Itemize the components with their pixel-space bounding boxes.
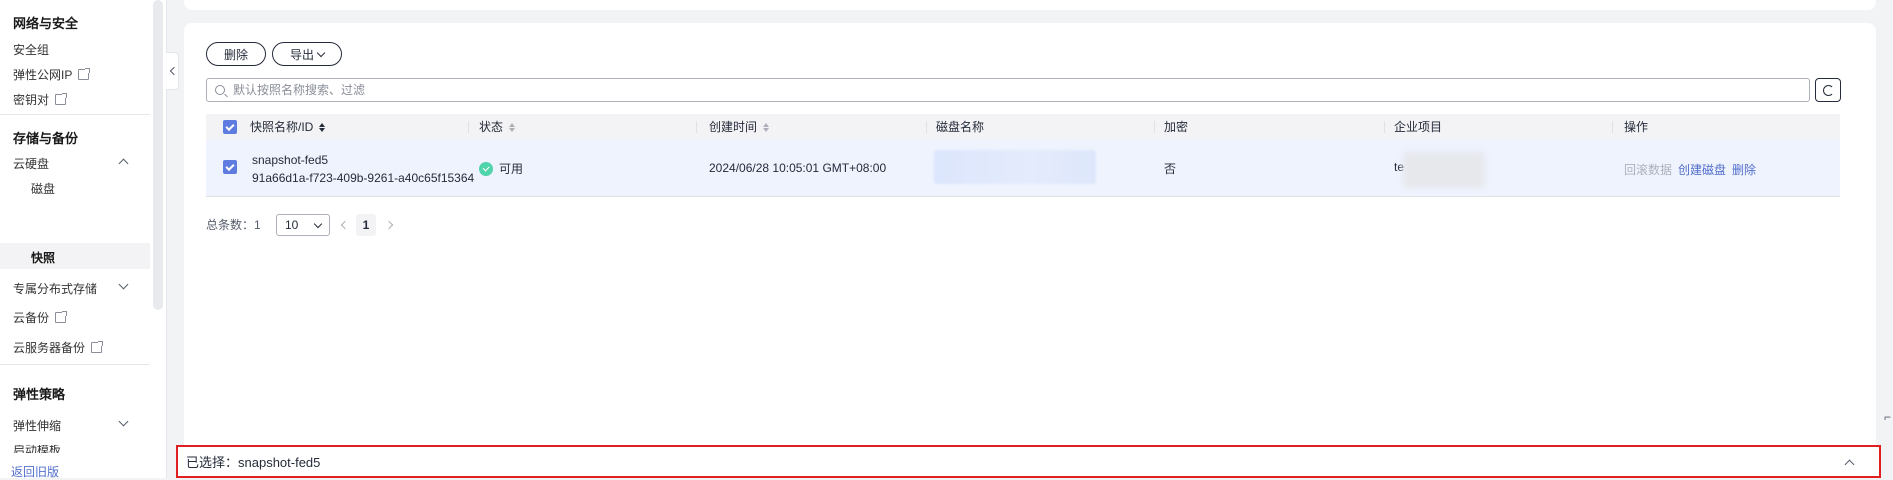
sidebar-collapse-button[interactable] [166,52,179,90]
chevron-down-icon [316,48,326,57]
sidebar-active-highlight [0,243,150,269]
column-header-name[interactable]: 快照名称/ID [250,114,326,140]
column-header-status[interactable]: 状态 [479,114,516,140]
sidebar-item-eip[interactable]: 弹性公网IP [13,66,91,83]
table-header: 快照名称/ID 状态 创建时间 磁盘名称 加密 企业项目 操作 [206,114,1840,140]
sidebar-item-security-group[interactable]: 安全组 [13,41,49,58]
sidebar-item-evs[interactable]: 云硬盘 [13,155,49,172]
sort-icon[interactable] [763,122,770,132]
column-separator [696,121,697,133]
chevron-down-icon[interactable] [118,416,129,427]
snapshot-id: 91a66d1a-f723-409b-9261-a40c65f15364 [252,171,475,185]
resize-handle-icon[interactable]: ⌐ [1884,410,1891,424]
select-all-checkbox[interactable] [223,120,237,134]
project-redacted [1403,152,1485,188]
external-link-icon [91,341,104,353]
encrypted-value: 否 [1164,162,1177,176]
sidebar-item-csbs[interactable]: 云服务器备份 [13,339,104,356]
top-card [184,0,1876,10]
column-header-encrypted: 加密 [1164,120,1189,134]
sort-icon[interactable] [319,122,326,132]
search-box[interactable] [206,78,1810,102]
sidebar-item-dss[interactable]: 专属分布式存储 [13,280,97,297]
create-disk-link[interactable]: 创建磁盘 [1678,161,1726,178]
nav-group-elastic-policy: 弹性策略 [13,387,66,402]
refresh-icon [1822,84,1834,96]
created-time: 2024/06/28 10:05:01 GMT+08:00 [709,161,887,175]
page-size-select[interactable]: 10 [276,214,330,236]
status-badge: 可用 [499,162,524,176]
delete-button[interactable]: 删除 [206,42,266,66]
column-separator [926,121,927,133]
row-checkbox[interactable] [223,160,237,174]
external-link-icon [55,93,68,105]
page-number-current[interactable]: 1 [356,214,376,236]
sidebar-item-disk[interactable]: 磁盘 [31,180,55,197]
sidebar-item-cbr[interactable]: 云备份 [13,309,68,326]
external-link-icon [55,311,68,323]
sidebar-scrollbar[interactable] [153,0,163,310]
sidebar-item-truncated[interactable]: 启动模板 [13,445,61,453]
column-separator [1384,121,1385,133]
column-separator [468,121,469,133]
sidebar: 网络与安全 安全组 弹性公网IP 密钥对 存储与备份 云硬盘 磁盘 快照 专属分… [0,0,167,480]
chevron-up-icon[interactable] [118,158,129,169]
disk-name-redacted[interactable] [934,150,1096,184]
chevron-left-icon [169,66,178,76]
sidebar-divider [0,364,150,365]
selection-bar: 已选择：snapshot-fed5 [176,445,1881,478]
column-header-actions: 操作 [1624,120,1649,134]
selection-text: 已选择：snapshot-fed5 [186,455,321,470]
status-cell: 可用 [479,160,523,177]
column-separator [1612,121,1613,133]
search-input[interactable] [231,82,1809,98]
sort-icon[interactable] [509,122,516,132]
table-row[interactable]: snapshot-fed5 91a66d1a-f723-409b-9261-a4… [206,140,1840,197]
column-header-created[interactable]: 创建时间 [709,114,770,140]
sidebar-item-keypair[interactable]: 密钥对 [13,91,68,108]
sidebar-divider [0,114,150,115]
refresh-button[interactable] [1815,78,1841,102]
snapshot-name-link[interactable]: snapshot-fed5 [252,153,328,167]
external-link-icon [78,68,91,80]
delete-link[interactable]: 删除 [1732,161,1756,178]
pagination-total: 总条数：1 [206,218,261,232]
column-header-project: 企业项目 [1394,120,1443,134]
nav-group-network-security: 网络与安全 [13,16,79,31]
sidebar-item-snapshot[interactable]: 快照 [31,249,55,266]
sidebar-item-as[interactable]: 弹性伸缩 [13,417,61,434]
old-version-link[interactable]: 返回旧版 [11,463,59,480]
chevron-up-icon[interactable] [1844,459,1855,470]
rollback-data-link[interactable]: 回滚数据 [1624,161,1672,178]
check-circle-icon [479,161,493,176]
nav-group-storage-backup: 存储与备份 [13,131,79,146]
export-button[interactable]: 导出 [272,42,342,66]
chevron-down-icon [313,219,323,228]
search-icon [215,85,225,95]
column-separator [1154,121,1155,133]
column-header-disk-name: 磁盘名称 [936,120,985,134]
chevron-down-icon[interactable] [118,279,129,290]
